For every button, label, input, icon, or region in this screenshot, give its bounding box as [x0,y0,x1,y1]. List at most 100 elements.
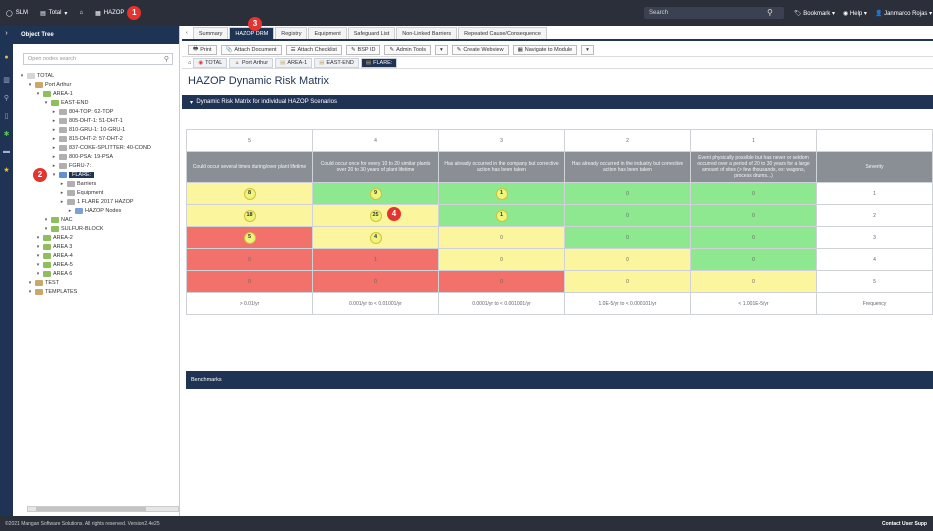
create-webview-button[interactable]: ✎ Create Webview [451,44,509,55]
tree-node[interactable]: ▾ AREA-5 [13,260,179,269]
tree-node[interactable]: ▸ 805-DHT-1: 51-DHT-1 [13,116,179,125]
tree-node[interactable]: ▸ 800-PSA: 19-PSA [13,152,179,161]
tree-node[interactable]: ▸ 1 FLARE 2017 HAZOP [13,197,179,206]
bookmark-menu[interactable]: 🏷 Bookmark ▾ [794,10,835,17]
tree-toggle-icon[interactable]: ▾ [27,280,33,286]
tree-toggle-icon[interactable]: ▸ [67,208,73,214]
tree-toggle-icon[interactable]: ▸ [51,163,57,169]
tree-node[interactable]: ▾ AREA-2 [13,233,179,242]
attach-checklist-button[interactable]: ☰ Attach Checklist [285,44,342,55]
tree-toggle-icon[interactable]: ▾ [43,226,49,232]
tree-toggle-icon[interactable]: ▸ [59,190,65,196]
tree-toggle-icon[interactable]: ▾ [27,289,33,295]
tab-registry[interactable]: Registry [275,27,308,39]
tree-node[interactable]: ▾ TEST [13,278,179,287]
tree-toggle-icon[interactable]: ▸ [51,154,57,160]
breadcrumb-item[interactable]: ▤ EAST-END [314,57,359,68]
tree-toggle-icon[interactable]: ▾ [35,244,41,250]
risk-count-badge[interactable]: 8 [243,187,256,200]
admin-tools-button[interactable]: ✎ Admin Tools [384,44,431,55]
tree-toggle-icon[interactable]: ▾ [27,82,33,88]
risk-count-badge[interactable]: 9 [369,187,382,200]
total-menu[interactable]: ▤ Total ▾ [40,10,67,17]
risk-cell[interactable]: 4 [312,226,439,249]
section-header[interactable]: ▾ Dynamic Risk Matrix for individual HAZ… [182,95,933,109]
breadcrumb-item[interactable]: ▲ Port Arthur [229,57,274,68]
tree-toggle-icon[interactable]: ▾ [43,217,49,223]
navigate-to-module-button[interactable]: ▦ Navigate to Module [512,44,578,55]
tree-toggle-icon[interactable]: ▾ [43,100,49,106]
tree-node[interactable]: ▾ TEMPLATES [13,287,179,296]
tools-icon[interactable]: ▬ [2,148,11,157]
global-search-input[interactable]: Search [644,7,784,19]
dropdown-chevron-icon[interactable]: ▾ [434,44,448,55]
star-icon[interactable]: ★ [2,166,11,175]
tree-toggle-icon[interactable]: ▾ [19,73,25,79]
tree-node[interactable]: ▸ 804-TOP: 62-TOP [13,107,179,116]
tree-toggle-icon[interactable]: ▾ [51,172,57,178]
dropdown-chevron-icon[interactable]: ▾ [581,44,594,55]
tree-toggle-icon[interactable]: ▾ [35,262,41,268]
risk-count-badge[interactable]: 1 [495,209,508,222]
risk-cell[interactable]: 25 [312,204,439,227]
risk-cell[interactable]: 5 [186,226,313,249]
benchmarks-section-header[interactable]: Benchmarks [186,371,933,389]
tree-toggle-icon[interactable]: ▸ [51,136,57,142]
breadcrumb-item[interactable]: ▤ AREA-1 [275,57,313,68]
expand-chevron-icon[interactable]: › [2,30,11,39]
tree-node[interactable]: ▾ AREA 3 [13,242,179,251]
risk-cell[interactable]: 9 [312,182,439,205]
tree-toggle-icon[interactable]: ▾ [35,91,41,97]
tree-toggle-icon[interactable]: ▸ [59,181,65,187]
tree-node[interactable]: 2 ▾ FLARE: [13,167,179,182]
lightbulb-icon[interactable]: ● [2,54,11,63]
risk-cell[interactable]: 8 [186,182,313,205]
scrollbar-thumb[interactable] [36,507,146,511]
tree-toggle-icon[interactable]: ▸ [51,109,57,115]
gear-icon[interactable]: ✱ [2,130,11,139]
risk-count-badge[interactable]: 25 [369,209,382,222]
contact-support-link[interactable]: Contact User Supp [882,521,927,527]
home-button[interactable]: ⌂ [79,10,83,16]
tree-node[interactable]: ▾ AREA-4 [13,251,179,260]
tree-toggle-icon[interactable]: ▸ [51,118,57,124]
tree-node[interactable]: ▾ NAC [13,215,179,224]
attach-document-button[interactable]: 📎 Attach Document [220,44,282,55]
search-rail-icon[interactable]: ⚲ [2,94,11,103]
tree-node[interactable]: ▾ EAST-END [13,98,179,107]
document-icon[interactable]: ▯ [2,112,11,121]
tree-node[interactable]: ▸ Equipment [13,188,179,197]
risk-count-badge[interactable]: 4 [369,231,382,244]
tree-horizontal-scrollbar[interactable] [27,506,179,512]
user-menu[interactable]: 👤 Janmarco Rojas ▾ [875,10,932,17]
help-menu[interactable]: ◉ Help ▾ [843,10,867,17]
tree-node[interactable]: ▸ 837-COKE-SPLITTER: 40-COND [13,143,179,152]
hazop-menu[interactable]: ▦ HAZOP 1 [95,6,142,20]
tree-node[interactable]: ▾ SULFUR-BLOCK [13,224,179,233]
tree-node[interactable]: ▸ 815-DHT-2: 57-DHT-2 [13,134,179,143]
tree-toggle-icon[interactable]: ▸ [51,127,57,133]
bsp-id-button[interactable]: ✎ BSP ID [345,44,381,55]
print-button[interactable]: 🖶 Print [188,44,217,55]
tab-repeated-cause-consequence[interactable]: Repeated Cause/Consequence [458,27,547,39]
tree-toggle-icon[interactable]: ▾ [35,235,41,241]
tree-node[interactable]: ▾ AREA 6 [13,269,179,278]
risk-count-badge[interactable]: 1 [495,187,508,200]
tabs-back-chevron-icon[interactable]: ‹ [182,27,192,39]
tab-safeguard-list[interactable]: Safeguard List [347,27,396,39]
search-icon[interactable]: ⚲ [767,8,773,17]
tree-node[interactable]: ▾ AREA-1 [13,89,179,98]
home-icon[interactable]: ⌂ [188,60,191,66]
chart-icon[interactable]: ▥ [2,76,11,85]
tree-node[interactable]: ▸ 810-GRU-1: 10-GRU-1 [13,125,179,134]
tree-toggle-icon[interactable]: ▸ [59,199,65,205]
slm-menu[interactable]: ◯ SLM [6,10,28,17]
tab-summary[interactable]: Summary [192,27,229,39]
tab-equipment[interactable]: Equipment [308,27,347,39]
tree-node[interactable]: ▾ Port Arthur [13,80,179,89]
tree-toggle-icon[interactable]: ▾ [35,253,41,259]
tree-toggle-icon[interactable]: ▸ [51,145,57,151]
risk-cell[interactable]: 1 [438,182,565,205]
risk-cell[interactable]: 1 [438,204,565,227]
tree-node[interactable]: ▾ TOTAL [13,71,179,80]
